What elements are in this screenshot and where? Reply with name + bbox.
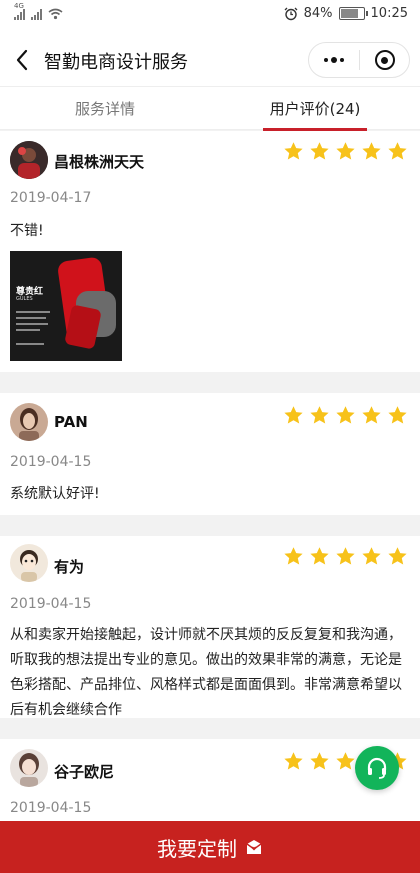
star-icon [336,406,355,424]
review-image[interactable]: 尊贵红 GULES [10,251,122,361]
review-text: 从和卖家开始接触起，设计师就不厌其烦的反反复复和我沟通，听取我的想法提出专业的意… [10,627,402,718]
headset-icon [367,757,387,779]
avatar[interactable] [10,403,48,441]
battery-percent: 84% [303,6,333,21]
star-icon [336,547,355,565]
review-card: 谷子欧尼 2019-04-15 [0,739,420,829]
star-icon [388,547,407,565]
star-rating [283,546,408,567]
reviewer-name: 谷子欧尼 [54,763,115,781]
review-date: 2019-04-15 [10,454,92,470]
review-card: 有为 2019-04-15 从和卖家开始接触起，设计师就不厌其烦的反反复复和我沟… [0,536,420,718]
network-label: 4G [14,2,24,10]
star-rating [283,405,408,426]
avatar[interactable] [10,544,48,582]
avatar[interactable] [10,749,48,787]
image-text-line [16,311,50,313]
star-icon [284,406,303,424]
tab-service-details-label: 服务详情 [74,100,135,118]
star-icon [388,142,407,160]
status-bar: 4G 84% 10:25 [0,0,420,34]
star-icon [284,142,303,160]
review-date: 2019-04-17 [10,190,92,206]
image-text-line [16,343,44,345]
image-text-line [16,317,46,319]
reviewer-name: 有为 [54,558,85,576]
mail-heart-icon [246,840,262,854]
image-text-line [16,323,48,325]
review-date: 2019-04-15 [10,596,92,612]
star-icon [362,547,381,565]
star-icon [284,752,303,770]
nav-bar: 智勤电商设计服务 [0,34,420,86]
reviewer-name: PAN [54,413,88,431]
avatar[interactable] [10,141,48,179]
review-text: 系统默认好评! [10,486,100,502]
signal-icon-2 [31,8,42,20]
mini-program-capsule [308,42,410,78]
customize-button[interactable]: 我要定制 [0,821,420,873]
image-subhead: GULES [16,296,33,302]
battery-icon [338,7,368,20]
customer-service-button[interactable] [355,746,399,790]
review-card: PAN 2019-04-15 系统默认好评! [0,393,420,515]
star-icon [310,406,329,424]
tab-service-details[interactable]: 服务详情 [40,87,170,131]
tab-user-reviews[interactable]: 用户评价(24) [250,87,380,131]
star-icon [362,142,381,160]
signal-icon: 4G [14,2,25,20]
clock: 10:25 [370,6,408,21]
review-card: 昌根株洲天天 2019-04-17 不错! 尊贵红 GULES [0,131,420,372]
target-close-icon[interactable] [360,50,409,70]
alarm-icon [284,7,298,20]
star-icon [310,142,329,160]
page-title: 智勤电商设计服务 [44,52,188,73]
star-icon [336,142,355,160]
reviewer-name: 昌根株洲天天 [54,153,145,171]
chevron-left-icon[interactable] [14,48,30,72]
star-icon [362,406,381,424]
star-icon [310,752,329,770]
review-text: 不错! [10,223,44,239]
star-icon [388,406,407,424]
tab-user-reviews-label: 用户评价(24) [269,100,361,118]
star-icon [310,547,329,565]
star-icon [336,752,355,770]
more-dots-icon[interactable] [309,43,359,77]
image-text-line [16,329,40,331]
star-icon [284,547,303,565]
customize-button-label: 我要定制 [157,836,237,861]
review-date: 2019-04-15 [10,800,92,816]
wifi-icon [48,8,63,20]
star-rating [283,141,408,162]
tab-bar: 服务详情 用户评价(24) [0,86,420,131]
